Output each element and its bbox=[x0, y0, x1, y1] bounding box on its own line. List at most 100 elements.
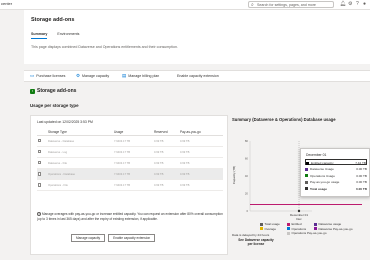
legend-label: Operations bbox=[291, 226, 307, 231]
help-icon[interactable]: ? bbox=[356, 1, 359, 8]
section-title-text: Storage add-ons bbox=[37, 88, 77, 94]
manage-capacity-button[interactable]: ⚙ Manage capacity bbox=[76, 73, 109, 78]
table-row[interactable]: Dataverse - Log 7.9403.17 TB 0.99 TB 0.9… bbox=[37, 146, 223, 159]
notice-actions: Manage capacity Enable capacity extensio… bbox=[71, 234, 156, 242]
table-cell: 7.9403.17 TB bbox=[113, 135, 153, 148]
table-cell: 0.99 TB bbox=[179, 157, 223, 170]
storage-icon: ▪ bbox=[30, 88, 35, 94]
tooltip-row: Pay-as-you-go usage 0.00 TB bbox=[305, 179, 367, 185]
tab-environments[interactable]: Environments bbox=[57, 32, 79, 39]
legend-item[interactable]: Overage bbox=[260, 227, 276, 231]
legend-label: Dataverse Pay-as-you-go bbox=[318, 226, 353, 231]
tooltip-value: 7.42 TB bbox=[355, 161, 366, 165]
tooltip-value: 0.00 TB bbox=[356, 173, 367, 178]
table-cell: 0.99 TB bbox=[179, 135, 223, 148]
manage-capacity-link-button[interactable]: Manage capacity bbox=[71, 234, 106, 242]
bell-icon[interactable]: 🔔︎ bbox=[340, 1, 346, 8]
tooltip-row: Dataverse Usage 0.00 TB bbox=[305, 166, 367, 172]
legend-item[interactable]: Dataverse usage bbox=[314, 222, 341, 226]
file-icon-cell bbox=[37, 146, 47, 159]
tooltip-title: December 01 bbox=[306, 153, 327, 157]
table-cell: Dataverse - File bbox=[47, 157, 113, 170]
y-tick-label: 0 bbox=[246, 209, 248, 213]
tooltip-label: Entitled capacity bbox=[311, 161, 334, 165]
legend-swatch bbox=[314, 222, 317, 226]
tooltip-swatch bbox=[305, 174, 308, 177]
settings-icon: ⚙ bbox=[76, 73, 81, 78]
manage-billing-plan-button[interactable]: ▤ Manage billing plan bbox=[122, 73, 160, 78]
file-icon-cell bbox=[37, 135, 47, 148]
legend-item[interactable]: Entitled bbox=[287, 222, 302, 226]
file-icon bbox=[38, 160, 41, 165]
usage-heading: Usage per storage type bbox=[30, 103, 79, 108]
table-row[interactable]: Operations - Database 7.9403.17 TB 0.99 … bbox=[37, 168, 223, 181]
table-cell: 7.9403.17 TB bbox=[113, 157, 153, 170]
search-input[interactable]: ⌕ Search for settings, pages, and more bbox=[248, 1, 334, 8]
enable-capacity-extension-button[interactable]: Enable capacity extension bbox=[177, 74, 219, 78]
y-ticks: 80 60 40 20 0 bbox=[245, 139, 249, 213]
table-cell: 0.99 TB bbox=[153, 146, 179, 159]
legend-swatch bbox=[314, 227, 317, 230]
tab-summary[interactable]: Summary bbox=[31, 32, 48, 39]
table-row[interactable]: Dataverse - Database 7.9403.17 TB 0.99 T… bbox=[37, 135, 223, 148]
tooltip-label: Pay-as-you-go usage bbox=[310, 180, 340, 184]
legend-item[interactable]: Operations Pay-as-you-go bbox=[287, 231, 327, 235]
column-header: Pay-as-you-go bbox=[179, 128, 223, 136]
command-bar: ▭ Purchase licenses ⚙ Manage capacity ▤ … bbox=[24, 70, 370, 82]
y-tick-label: 60 bbox=[245, 157, 249, 161]
usage-card: Last updated on 12/02/2025 3:53 PM Stora… bbox=[30, 115, 228, 255]
column-header: Reserved bbox=[153, 128, 179, 136]
top-bar: center ⌕ Search for settings, pages, and… bbox=[0, 0, 370, 10]
page-description: This page displays combined Dataverse an… bbox=[31, 45, 179, 49]
tooltip-swatch bbox=[305, 187, 308, 190]
avatar[interactable]: ● bbox=[363, 1, 366, 8]
table-cell: 0.99 TB bbox=[153, 157, 179, 170]
manage-billing-plan-label: Manage billing plan bbox=[128, 74, 160, 78]
gear-icon[interactable]: ⚙ bbox=[348, 1, 352, 8]
section-title: ▪ Storage add-ons bbox=[30, 88, 76, 94]
table-row[interactable]: Dataverse - File 7.9403.17 TB 0.99 TB 0.… bbox=[37, 157, 223, 170]
tab-list: Summary Environments bbox=[31, 32, 79, 39]
table-cell: 0.99 TB bbox=[179, 168, 223, 181]
y-tick-label: 40 bbox=[245, 174, 249, 178]
legend-item[interactable]: Dataverse Pay-as-you-go bbox=[314, 227, 353, 231]
page-title: Storage add-ons bbox=[31, 17, 75, 23]
table-row[interactable]: Operations - File 7.9403.17 TB 0.99 TB 0… bbox=[37, 179, 223, 192]
tooltip-value: 0.00 TB bbox=[355, 186, 367, 191]
legend-label: Entitled bbox=[291, 222, 302, 226]
table-header-row: Storage Type Usage Reserved Pay-as-you-g… bbox=[37, 128, 223, 136]
cart-icon: ▭ bbox=[30, 73, 35, 78]
legend-label: Overage bbox=[264, 226, 277, 231]
dataverse-capacity-link[interactable]: See Dataverse capacity per license bbox=[236, 238, 276, 246]
table-cell: Dataverse - Log bbox=[47, 146, 113, 159]
tooltip-value: 0.00 TB bbox=[356, 167, 367, 171]
chart-title: Summary (Dataverse & Operations) Databas… bbox=[232, 117, 336, 122]
file-icon bbox=[38, 183, 41, 187]
tooltip-value: 0.00 TB bbox=[356, 180, 367, 184]
enable-capacity-extension-link-button[interactable]: Enable capacity extension bbox=[108, 234, 156, 242]
file-icon bbox=[38, 149, 41, 154]
legend-label: Dataverse usage bbox=[318, 222, 342, 226]
tooltip-label: Dataverse Usage bbox=[310, 167, 334, 171]
chart-tooltip: December 01 Entitled capacity 7.42 TB Da… bbox=[300, 148, 370, 197]
legend-item[interactable]: Operations bbox=[287, 227, 306, 231]
tooltip-swatch bbox=[305, 167, 308, 171]
legend-swatch bbox=[287, 227, 290, 230]
purchase-licenses-button[interactable]: ▭ Purchase licenses bbox=[30, 73, 65, 78]
file-icon-cell bbox=[37, 157, 47, 170]
overage-notice: ! Manage overages with pay-as-you-go or i… bbox=[37, 212, 223, 221]
enable-capacity-extension-label: Enable capacity extension bbox=[177, 74, 219, 78]
x-tick-label: Dec bbox=[296, 217, 302, 221]
legend-swatch bbox=[287, 231, 290, 235]
table-cell: 0.99 TB bbox=[153, 135, 179, 148]
tooltip-label: Total usage bbox=[310, 186, 327, 191]
legend-item[interactable]: Total usage bbox=[260, 222, 280, 226]
file-icon-cell bbox=[37, 179, 47, 192]
column-header: Usage bbox=[113, 128, 153, 136]
overage-notice-text: Manage overages with pay-as-you-go or in… bbox=[37, 212, 223, 221]
hover-point bbox=[297, 209, 301, 213]
tooltip-row: Operations Usage 0.00 TB bbox=[305, 173, 367, 179]
table-cell: 0.99 TB bbox=[179, 146, 223, 159]
billing-icon: ▤ bbox=[122, 73, 127, 78]
legend-label: Total usage bbox=[264, 222, 280, 226]
